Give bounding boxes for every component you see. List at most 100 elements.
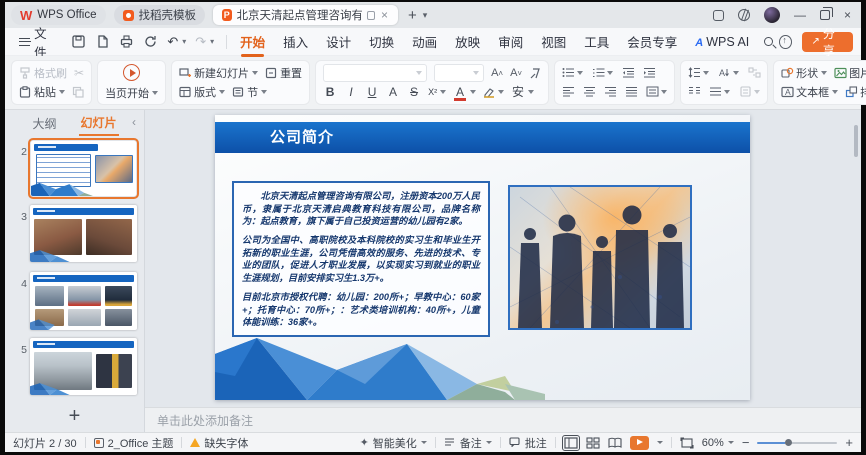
tab-slides[interactable]: 幻灯片 <box>79 111 119 136</box>
menu-slideshow[interactable]: 放映 <box>446 29 489 54</box>
format-painter-button[interactable]: 格式刷 <box>19 65 67 81</box>
reset-button[interactable]: 重置 <box>265 65 302 81</box>
slide-thumbnail-5[interactable] <box>30 338 137 395</box>
close-button[interactable]: × <box>844 9 851 21</box>
zoom-slider[interactable] <box>757 442 837 444</box>
textbox-button[interactable]: A文本框 <box>781 84 838 100</box>
picture-button[interactable]: 图片 <box>834 65 866 81</box>
slide-text-box[interactable]: 北京天清起点管理咨询有限公司，注册资本200万人民币，隶属于北京天清启典教育科技… <box>232 181 490 337</box>
add-slide-button[interactable]: + <box>5 405 144 428</box>
minimize-button[interactable]: — <box>794 9 806 21</box>
missing-font-warning[interactable]: 缺失字体 <box>190 435 248 451</box>
reading-view-button[interactable] <box>608 437 622 449</box>
smart-beautify-button[interactable]: ✦智能美化 <box>360 435 427 451</box>
undo-caret-icon[interactable]: ▾ <box>182 37 186 46</box>
decrease-indent-icon[interactable] <box>622 67 634 79</box>
undo-button[interactable]: ↶ <box>167 35 178 48</box>
new-slide-button[interactable]: 新建幻灯片 <box>179 65 258 81</box>
slide-title-bar[interactable]: 公司简介 <box>215 122 750 153</box>
increase-font-button[interactable]: A˄ <box>491 67 503 79</box>
start-from-current-button[interactable]: 当页开始 <box>105 85 158 101</box>
char-spacing-button[interactable]: A <box>386 85 400 99</box>
paragraph-layout-button[interactable] <box>739 86 760 98</box>
numbering-button[interactable] <box>592 67 613 79</box>
notes-toggle-button[interactable]: 备注 <box>444 435 492 451</box>
cut-button[interactable]: ✂ <box>74 67 84 79</box>
tab-list-caret-icon[interactable]: ▾ <box>423 10 428 21</box>
globe-icon[interactable] <box>738 9 750 21</box>
font-size-select[interactable] <box>434 64 484 82</box>
align-left-icon[interactable] <box>562 86 574 98</box>
comments-button[interactable]: 批注 <box>509 435 547 451</box>
notes-bar[interactable]: 单击此处添加备注 <box>145 407 861 432</box>
decrease-font-button[interactable]: A˅ <box>510 67 522 79</box>
play-from-current-icon[interactable] <box>123 64 140 81</box>
theme-button[interactable]: 2_Office 主题 <box>94 435 174 451</box>
menu-review[interactable]: 审阅 <box>489 29 532 54</box>
copy-button[interactable] <box>72 86 84 98</box>
zoom-level-select[interactable]: 60% <box>702 437 734 449</box>
text-effects-button[interactable]: 安 <box>511 83 534 100</box>
cloud-upload-icon[interactable] <box>779 35 792 49</box>
file-menu[interactable]: 文件 <box>13 23 63 61</box>
new-tab-button[interactable]: + <box>408 8 417 23</box>
clear-format-icon[interactable] <box>529 67 541 79</box>
superscript-button[interactable]: X² <box>428 87 446 97</box>
share-button[interactable]: ↗ 分享 <box>802 32 854 52</box>
menu-insert[interactable]: 插入 <box>274 29 317 54</box>
slideshow-caret-icon[interactable] <box>657 441 663 444</box>
user-avatar[interactable] <box>764 7 780 23</box>
slide-editor[interactable]: 公司简介 北京天清起点管理咨询有限公司，注册资本200万人民币，隶属于北京天清启… <box>215 115 750 400</box>
menu-home[interactable]: 开始 <box>231 29 274 54</box>
restore-button[interactable] <box>820 10 830 20</box>
tab-outline[interactable]: 大纲 <box>30 112 58 135</box>
align-right-icon[interactable] <box>604 86 616 98</box>
menu-membership[interactable]: 会员专享 <box>618 29 686 54</box>
columns-icon[interactable] <box>688 86 700 98</box>
tab-close-icon[interactable]: × <box>380 9 389 21</box>
convert-smartart-icon[interactable] <box>748 67 760 79</box>
zoom-out-button[interactable]: − <box>742 436 750 449</box>
list-settings-button[interactable] <box>709 86 730 98</box>
underline-button[interactable]: U <box>365 85 379 99</box>
bullets-button[interactable] <box>562 67 583 79</box>
text-direction-button[interactable]: A <box>718 67 739 79</box>
paste-button[interactable]: 粘贴 <box>19 84 65 100</box>
redo-button[interactable]: ↷ <box>195 35 206 48</box>
highlight-color-button[interactable] <box>483 86 504 98</box>
zoom-in-button[interactable]: + <box>845 436 853 449</box>
redo-caret-icon[interactable]: ▾ <box>210 37 214 46</box>
fit-slide-button[interactable] <box>680 437 694 449</box>
menu-animation[interactable]: 动画 <box>403 29 446 54</box>
font-family-select[interactable] <box>323 64 427 82</box>
align-justify-icon[interactable] <box>625 86 637 98</box>
menu-design[interactable]: 设计 <box>317 29 360 54</box>
arrange-button[interactable]: 排列 <box>845 84 866 100</box>
workspace-icon[interactable] <box>713 10 724 21</box>
tab-document-active[interactable]: P 北京天清起点管理咨询有限公... × <box>213 5 398 25</box>
strikethrough-button[interactable]: S <box>407 85 421 99</box>
panel-collapse-icon[interactable]: ‹ <box>132 115 136 129</box>
section-button[interactable]: 节 <box>232 84 267 100</box>
normal-view-button[interactable] <box>564 437 578 449</box>
slideshow-play-button[interactable] <box>630 436 649 450</box>
increase-indent-icon[interactable] <box>643 67 655 79</box>
zoom-slider-knob[interactable] <box>785 439 792 446</box>
save-icon[interactable] <box>71 34 86 49</box>
shapes-button[interactable]: 形状 <box>781 65 827 81</box>
slide-thumbnail-2[interactable] <box>30 140 137 197</box>
slide-business-photo[interactable] <box>508 185 692 330</box>
line-spacing-button[interactable] <box>688 67 709 79</box>
layout-button[interactable]: 版式 <box>179 84 225 100</box>
slide-sorter-button[interactable] <box>586 437 600 449</box>
export-pdf-icon[interactable] <box>95 34 110 49</box>
menu-wps-ai[interactable]: AWPS AI <box>686 32 758 52</box>
menu-transition[interactable]: 切换 <box>360 29 403 54</box>
tab-docer-templates[interactable]: 找稻壳模板 <box>114 5 206 25</box>
menu-tools[interactable]: 工具 <box>575 29 618 54</box>
italic-button[interactable]: I <box>344 85 358 99</box>
slide-thumbnail-3[interactable] <box>30 205 137 262</box>
bold-button[interactable]: B <box>323 85 337 99</box>
print-icon[interactable] <box>119 34 134 49</box>
canvas-scrollbar[interactable] <box>854 125 858 157</box>
